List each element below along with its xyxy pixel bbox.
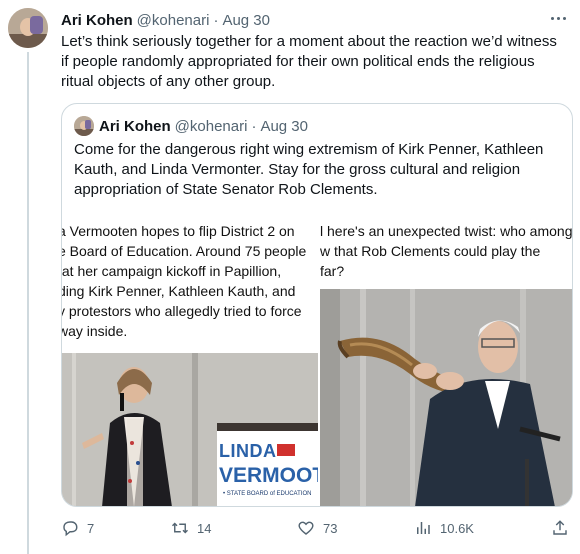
quote-text: Come for the dangerous right wing extrem…: [74, 141, 544, 198]
retweet-icon: [171, 522, 189, 534]
share-button[interactable]: [551, 518, 577, 538]
nebraska-state-icon: [277, 444, 295, 456]
article-text-left: a Vermooten hopes to flip District 2 on …: [62, 223, 307, 339]
article-text-right: l here's an unexpected twist: who among …: [320, 223, 572, 279]
reply-button[interactable]: 7: [61, 518, 94, 538]
author-handle[interactable]: @kohenari: [137, 12, 210, 29]
quote-avatar: [74, 116, 94, 136]
like-count: 73: [323, 520, 338, 536]
tweet-text: Let’s think seriously together for a mom…: [61, 33, 557, 90]
media-image-left[interactable]: a Vermooten hopes to flip District 2 on …: [62, 217, 318, 506]
retweet-count: 14: [197, 520, 212, 536]
author-name[interactable]: Ari Kohen: [61, 12, 133, 29]
share-icon: [553, 520, 567, 535]
quote-author-handle: @kohenari: [174, 117, 248, 135]
sign-text-name: LINDA: [219, 441, 277, 461]
reply-count: 7: [87, 520, 95, 536]
separator-dot: ·: [213, 11, 219, 29]
like-button[interactable]: 73: [297, 518, 337, 538]
heart-icon: [298, 521, 314, 535]
quote-author-name: Ari Kohen: [99, 117, 171, 135]
thread-line: [27, 52, 29, 554]
retweet-button[interactable]: 14: [171, 518, 211, 538]
action-bar: 7 14 73 10.6K: [61, 518, 573, 538]
views-count: 10.6K: [440, 520, 474, 536]
senator-photo: [320, 289, 572, 506]
quote-header: Ari Kohen @kohenari · Aug 30: [74, 116, 308, 136]
avatar[interactable]: [8, 8, 48, 48]
views-chart-icon: [417, 522, 430, 534]
candidate-photo: LINDA VERMOOTEN • STATE BOARD of EDUCATI…: [62, 353, 318, 506]
quote-date: Aug 30: [260, 117, 308, 135]
reply-icon: [63, 521, 78, 537]
quote-separator-dot: ·: [251, 117, 257, 135]
views-button[interactable]: 10.6K: [414, 518, 474, 538]
campaign-sign: LINDA VERMOOTEN • STATE BOARD of EDUCATI…: [217, 423, 318, 506]
quote-media: a Vermooten hopes to flip District 2 on …: [62, 217, 572, 506]
more-dots-icon[interactable]: [546, 8, 570, 28]
quoted-tweet[interactable]: Ari Kohen @kohenari · Aug 30 Come for th…: [61, 103, 573, 507]
tweet-date[interactable]: Aug 30: [222, 12, 270, 29]
sign-text-office: • STATE BOARD of EDUCATION: [223, 491, 312, 497]
media-image-right[interactable]: l here's an unexpected twist: who among …: [320, 217, 572, 506]
tweet-header: Ari Kohen @kohenari · Aug 30: [61, 10, 270, 30]
sign-text-surname: VERMOOTEN: [219, 464, 318, 487]
